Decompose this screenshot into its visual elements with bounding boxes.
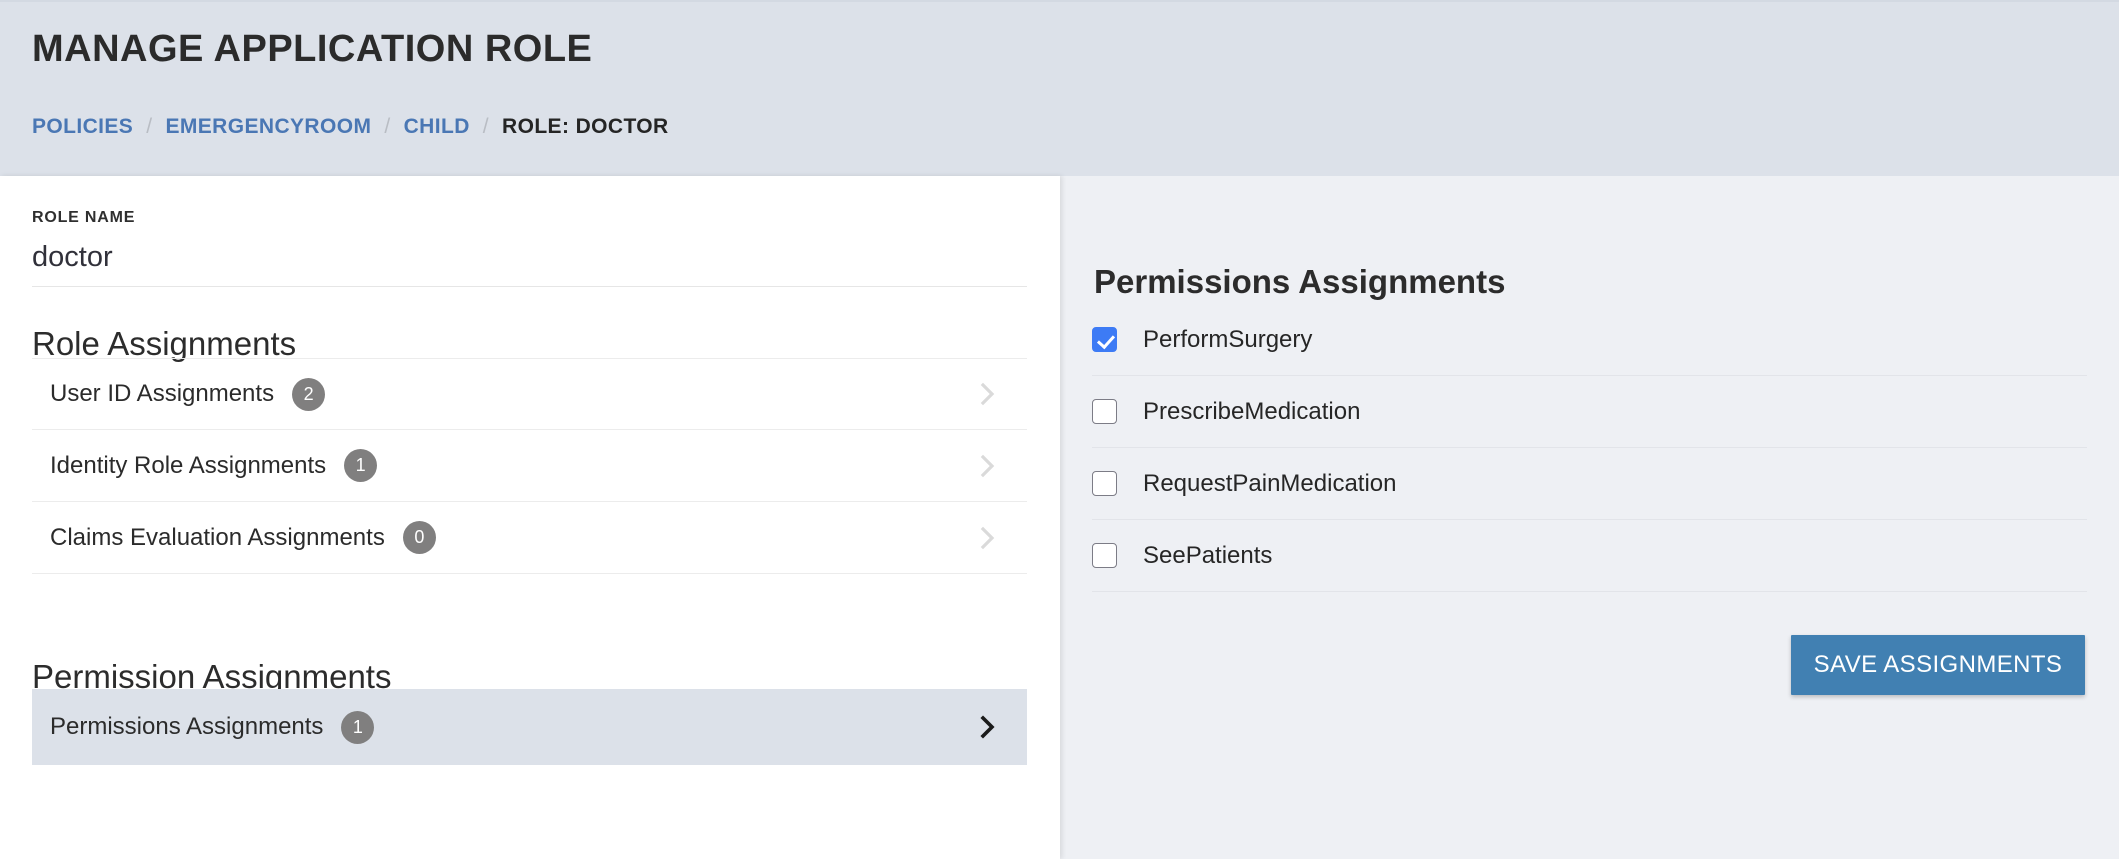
checkbox-unchecked-icon[interactable] <box>1092 543 1117 568</box>
page-header: MANAGE APPLICATION ROLE POLICIES / EMERGEN… <box>0 0 2119 176</box>
assignment-count-badge: 2 <box>292 377 326 411</box>
permission-row[interactable]: PerformSurgery <box>1092 304 2087 376</box>
assignment-row-label: Claims Evaluation Assignments <box>50 523 385 551</box>
breadcrumb-item-policies[interactable]: POLICIES <box>32 115 133 139</box>
breadcrumb-separator: / <box>146 115 153 138</box>
assignment-row[interactable]: Claims Evaluation Assignments 0 <box>32 502 1027 574</box>
breadcrumb-item-child[interactable]: CHILD <box>404 115 470 139</box>
breadcrumb-separator: / <box>482 115 490 138</box>
permission-assignments-list: Permissions Assignments 1 <box>32 689 1027 765</box>
assignment-count-badge: 0 <box>402 521 436 554</box>
permission-row[interactable]: RequestPainMedication <box>1092 448 2087 520</box>
breadcrumb-item-role-doctor: ROLE: DOCTOR <box>502 115 669 138</box>
role-name-field-wrapper[interactable]: doctor <box>32 238 1027 287</box>
permission-row[interactable]: PrescribeMedication <box>1092 376 2087 448</box>
assignment-count-badge: 1 <box>344 449 378 482</box>
checkbox-unchecked-icon[interactable] <box>1092 399 1117 424</box>
manage-application-role-page: MANAGE APPLICATION ROLE POLICIES / EMERGEN… <box>0 0 2119 859</box>
assignment-row-label: Permissions Assignments <box>50 713 324 740</box>
breadcrumb: POLICIES / EMERGENCYROOM / CHILD / ROLE: DOCTO… <box>32 115 669 139</box>
permission-label: PrescribeMedication <box>1143 397 1361 425</box>
permissions-assignments-heading: Permissions Assignments <box>1094 263 1506 301</box>
role-details-pane: ROLE NAME doctor Role Assignments User I… <box>0 176 1060 859</box>
checkbox-checked-icon[interactable] <box>1092 327 1117 352</box>
chevron-right-icon <box>975 381 1001 407</box>
save-assignments-button[interactable]: SAVE ASSIGNMENTS <box>1791 635 2085 695</box>
assignment-row[interactable]: User ID Assignments 2 <box>32 358 1027 430</box>
assignment-count-badge: 1 <box>341 710 375 744</box>
role-assignments-list: User ID Assignments 2 Identity Role Assign… <box>32 358 1027 574</box>
chevron-right-icon <box>975 453 1001 479</box>
permission-row[interactable]: SeePatients <box>1092 520 2087 592</box>
role-name-input[interactable]: doctor <box>32 238 1027 276</box>
breadcrumb-item-emergencyroom[interactable]: EMERGENCYROOM <box>165 115 371 139</box>
assignment-row-label: User ID Assignments <box>50 380 275 407</box>
permissions-assignments-pane: Permissions Assignments PerformSurgery Pr… <box>1060 176 2119 859</box>
breadcrumb-separator: / <box>384 115 391 138</box>
role-name-label: ROLE NAME <box>32 209 136 226</box>
assignment-row-label: Identity Role Assignments <box>50 451 327 479</box>
permission-label: RequestPainMedication <box>1143 469 1397 497</box>
permissions-checkbox-list: PerformSurgery PrescribeMedication Request… <box>1092 304 2087 592</box>
body-area: ROLE NAME doctor Role Assignments User I… <box>0 176 2119 859</box>
assignment-row[interactable]: Identity Role Assignments 1 <box>32 430 1027 502</box>
chevron-right-icon <box>975 714 1001 740</box>
assignment-row[interactable]: Permissions Assignments 1 <box>32 689 1027 765</box>
page-title: MANAGE APPLICATION ROLE <box>32 28 593 70</box>
permission-label: SeePatients <box>1143 541 1273 569</box>
chevron-right-icon <box>975 525 1001 551</box>
permission-label: PerformSurgery <box>1143 325 1313 353</box>
checkbox-unchecked-icon[interactable] <box>1092 471 1117 496</box>
